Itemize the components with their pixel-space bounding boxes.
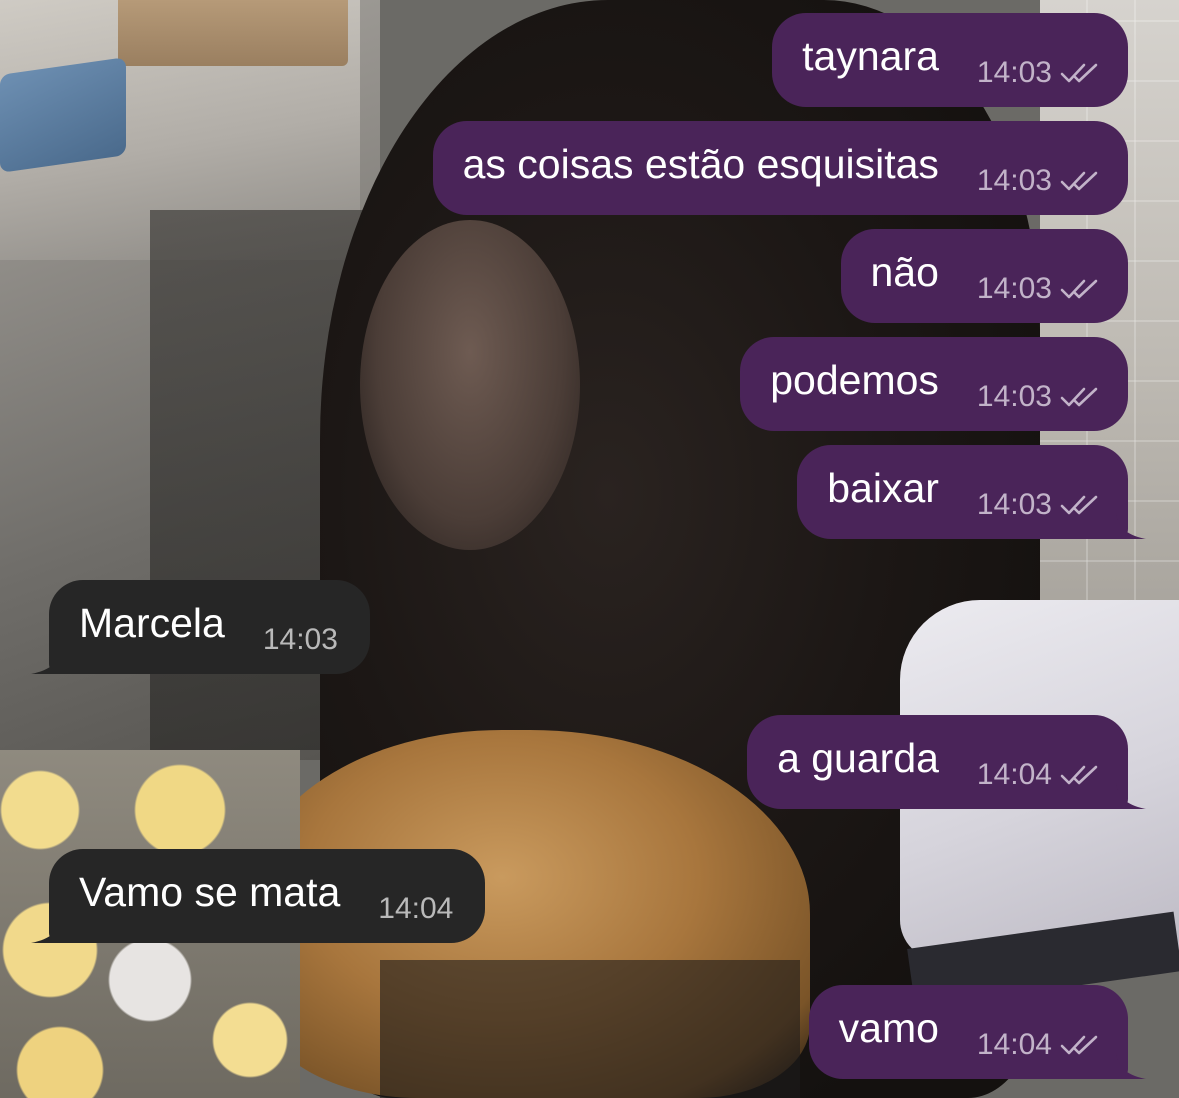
message-text: as coisas estão esquisitas [462, 140, 939, 187]
message-meta: 14:03 [977, 58, 1100, 88]
message-meta: 14:04 [378, 894, 453, 924]
message-time: 14:03 [976, 380, 1052, 413]
message-time: 14:03 [976, 488, 1052, 521]
message-meta: 14:03 [263, 625, 338, 655]
message-text: vamo [838, 1004, 939, 1051]
bubble-tail [31, 648, 61, 674]
message-bubble-outgoing[interactable]: a guarda 14:04 [747, 715, 1146, 809]
message-text: a guarda [777, 734, 939, 781]
message-meta: 14:03 [977, 490, 1100, 520]
message-bubble-outgoing[interactable]: vamo 14:04 [808, 985, 1146, 1079]
message-bubble-outgoing[interactable]: não 14:03 [840, 229, 1128, 323]
message-meta: 14:04 [977, 760, 1100, 790]
message-time: 14:03 [976, 272, 1052, 305]
bubble-tail [31, 917, 61, 943]
bg-tablet [0, 57, 126, 173]
chat-view[interactable]: taynara 14:03 as coisas estão esquisitas… [0, 0, 1179, 1098]
double-check-icon [1060, 1035, 1098, 1055]
double-check-icon [1060, 171, 1098, 191]
bg-box [118, 0, 348, 66]
message-text: baixar [827, 464, 939, 511]
message-bubble-outgoing[interactable]: baixar 14:03 [797, 445, 1146, 539]
bg-person-face [360, 220, 580, 550]
message-text: podemos [770, 356, 939, 403]
message-time: 14:04 [378, 892, 454, 925]
message-meta: 14:03 [977, 274, 1100, 304]
double-check-icon [1060, 63, 1098, 83]
message-bubble-outgoing[interactable]: as coisas estão esquisitas 14:03 [432, 121, 1128, 215]
message-text: taynara [802, 32, 939, 79]
message-bubble-outgoing[interactable]: podemos 14:03 [740, 337, 1128, 431]
double-check-icon [1060, 765, 1098, 785]
bg-shadow [380, 960, 800, 1098]
message-text: Vamo se mata [79, 868, 341, 915]
message-bubble-outgoing[interactable]: taynara 14:03 [772, 13, 1128, 107]
message-time: 14:03 [262, 623, 338, 656]
message-time: 14:04 [976, 1028, 1052, 1061]
double-check-icon [1060, 495, 1098, 515]
message-text: não [870, 248, 939, 295]
message-bubble-incoming[interactable]: Marcela 14:03 [31, 580, 370, 674]
message-time: 14:04 [976, 758, 1052, 791]
double-check-icon [1060, 279, 1098, 299]
bubble-tail [1116, 513, 1146, 539]
bubble-tail [1116, 783, 1146, 809]
message-time: 14:03 [976, 56, 1052, 89]
message-time: 14:03 [976, 164, 1052, 197]
double-check-icon [1060, 387, 1098, 407]
message-bubble-incoming[interactable]: Vamo se mata 14:04 [31, 849, 486, 943]
message-meta: 14:03 [977, 382, 1100, 412]
bubble-tail [1116, 1053, 1146, 1079]
message-meta: 14:03 [977, 166, 1100, 196]
message-text: Marcela [79, 599, 225, 646]
message-meta: 14:04 [977, 1030, 1100, 1060]
